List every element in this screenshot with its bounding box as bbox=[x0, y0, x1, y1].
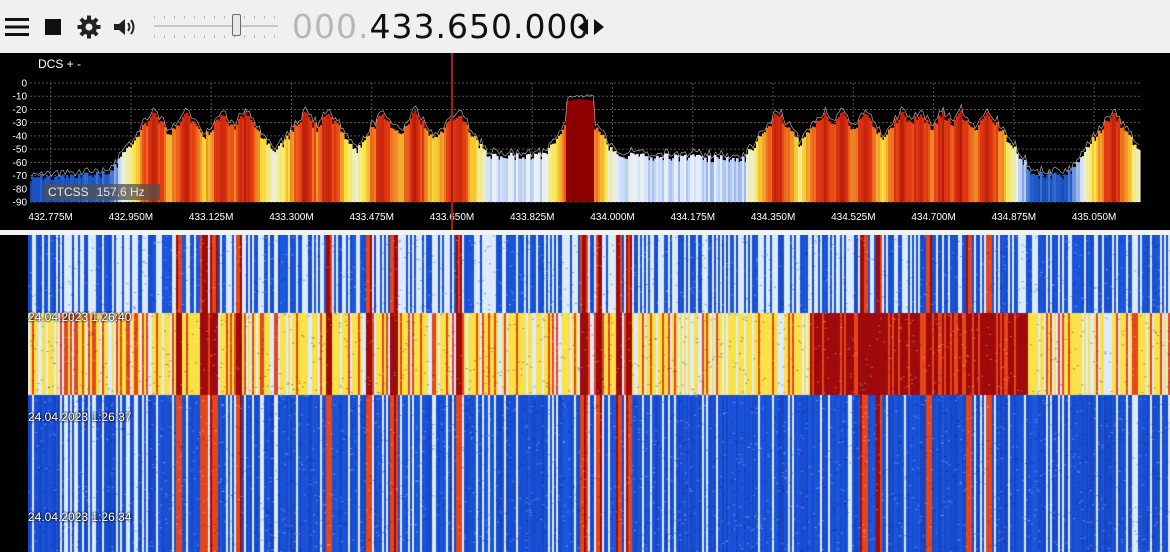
stop-button[interactable] bbox=[42, 0, 64, 53]
ctcss-label: CTCSS bbox=[48, 185, 89, 199]
waterfall-timestamp: 24.04.2023 1:26:37 bbox=[28, 410, 132, 424]
freq-tick-label: 434.875M bbox=[992, 212, 1036, 223]
left-right-arrows-icon bbox=[578, 19, 604, 35]
freq-tick-label: 433.300M bbox=[269, 212, 313, 223]
db-tick-label: -30 bbox=[13, 118, 28, 129]
db-tick-label: -40 bbox=[13, 131, 28, 142]
volume-slider-thumb[interactable] bbox=[232, 14, 242, 36]
db-tick-label: -10 bbox=[13, 92, 28, 103]
freq-tick-label: 434.000M bbox=[590, 212, 634, 223]
waterfall-canvas[interactable] bbox=[28, 235, 1170, 552]
spectrum-plot[interactable]: 0 -10 -20 -30 -40 -50 -60 -70 -80 -90432.775M 432.… bbox=[0, 53, 1170, 230]
freq-tick-label: 434.525M bbox=[831, 212, 875, 223]
stop-icon bbox=[45, 18, 61, 35]
freq-tick-label: 433.475M bbox=[349, 212, 393, 223]
dcs-control[interactable]: DCS + - bbox=[38, 57, 81, 71]
freq-tick-label: 432.950M bbox=[109, 212, 153, 223]
tuning-arrows-button[interactable] bbox=[576, 13, 606, 41]
db-tick-label: -60 bbox=[13, 158, 28, 169]
ctcss-readout: CTCSS 157.6 Hz bbox=[44, 184, 160, 200]
ctcss-value: 157.6 Hz bbox=[96, 185, 145, 199]
freq-tick-label: 435.050M bbox=[1072, 212, 1116, 223]
freq-tick-label: 434.350M bbox=[751, 212, 795, 223]
gear-icon bbox=[77, 15, 101, 38]
frequency-digits[interactable]: 433.650.000 bbox=[369, 7, 590, 46]
frequency-display[interactable]: 000.433.650.000 bbox=[292, 8, 590, 46]
db-tick-label: -50 bbox=[13, 145, 28, 156]
db-tick-label: -70 bbox=[13, 171, 28, 182]
freq-tick-label: 434.700M bbox=[911, 212, 955, 223]
freq-tick-label: 433.125M bbox=[189, 212, 233, 223]
volume-slider-track bbox=[154, 25, 278, 27]
frequency-leading-digits[interactable]: 000. bbox=[292, 7, 369, 46]
db-tick-label: -90 bbox=[13, 198, 28, 209]
freq-tick-label: 433.825M bbox=[510, 212, 554, 223]
db-tick-label: -20 bbox=[13, 105, 28, 116]
waterfall-timestamp: 24.04.2023 1:26:40 bbox=[28, 310, 132, 324]
volume-slider-ticks bbox=[154, 16, 278, 38]
speaker-icon bbox=[114, 18, 135, 35]
volume-button[interactable] bbox=[110, 0, 140, 53]
db-tick-label: -80 bbox=[13, 184, 28, 195]
settings-button[interactable] bbox=[74, 0, 104, 53]
menu-button[interactable] bbox=[4, 0, 30, 53]
waterfall-timestamp: 24.04.2023 1:26:34 bbox=[28, 510, 132, 524]
spectrum-bin bbox=[1138, 149, 1141, 202]
db-tick-label: 0 bbox=[21, 79, 27, 90]
spectrum-panel[interactable]: 0 -10 -20 -30 -40 -50 -60 -70 -80 -90 432.775M 432.… bbox=[0, 53, 1170, 230]
toolbar: 000.433.650.000 bbox=[0, 0, 1170, 53]
freq-tick-label: 432.775M bbox=[28, 212, 72, 223]
waterfall-panel[interactable]: 24.04.2023 1:26:40 24.04.2023 1:26:37 24… bbox=[0, 235, 1170, 552]
volume-slider[interactable] bbox=[152, 10, 280, 42]
freq-tick-label: 434.175M bbox=[671, 212, 715, 223]
hamburger-menu-icon bbox=[5, 17, 29, 36]
